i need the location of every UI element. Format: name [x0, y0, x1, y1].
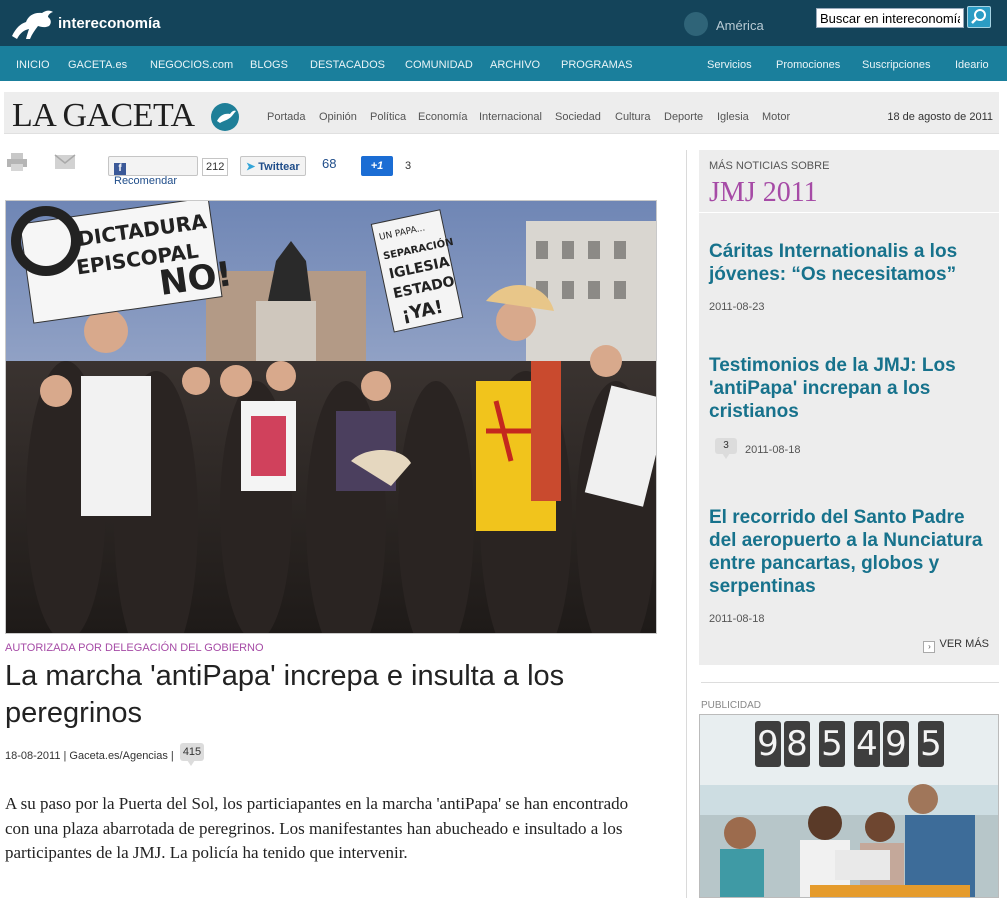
nav-item-programas[interactable]: PROGRAMAS	[561, 59, 633, 71]
related-divider	[699, 212, 999, 213]
nav-item-ideario[interactable]: Ideario	[955, 59, 989, 71]
section-internacional[interactable]: Internacional	[479, 111, 542, 123]
counter-digit: 9	[883, 721, 909, 767]
section-economia[interactable]: Economía	[418, 111, 468, 123]
section-portada[interactable]: Portada	[267, 111, 306, 123]
brand-name[interactable]: intereconomía	[58, 15, 161, 32]
nav-item-destacados[interactable]: DESTACADOS	[310, 59, 385, 71]
advertisement-banner[interactable]: 9 8 5 4 9 5	[699, 714, 999, 898]
related-item-title[interactable]: El recorrido del Santo Padre del aeropue…	[709, 506, 989, 598]
twitter-bird-icon: ➤	[246, 161, 256, 173]
tweet-button[interactable]: ➤ Twittear	[240, 156, 306, 176]
search-icon	[971, 9, 986, 24]
article-kicker[interactable]: AUTORIZADA POR DELEGACIÓN DEL GOBIERNO	[5, 642, 264, 654]
nav-item-archivo[interactable]: ARCHIVO	[490, 59, 540, 71]
protest-scene-image: DICTADURA EPISCOPAL NO! UN PAPA... SEPAR…	[6, 201, 656, 633]
section-cultura[interactable]: Cultura	[615, 111, 650, 123]
nav-item-gaceta[interactable]: GACETA.es	[68, 59, 127, 71]
related-item-comments[interactable]: 3	[715, 438, 737, 459]
print-icon[interactable]	[6, 152, 28, 172]
gaceta-logo[interactable]: LA GACETA	[12, 97, 195, 135]
globe-icon	[684, 12, 708, 36]
gplus-button[interactable]: +1	[361, 156, 393, 176]
counter-digit: 5	[918, 721, 944, 767]
section-deporte[interactable]: Deporte	[664, 111, 703, 123]
current-date: 18 de agosto de 2011	[887, 111, 993, 123]
nav-item-servicios[interactable]: Servicios	[707, 59, 752, 71]
related-topic-title[interactable]: JMJ 2011	[709, 177, 818, 209]
related-item-date: 2011-08-18	[745, 444, 801, 456]
see-more-link[interactable]: › VER MÁS	[923, 638, 989, 653]
section-bar: LA GACETA Portada Opinión Política Econo…	[4, 92, 999, 134]
search-button[interactable]	[967, 6, 991, 28]
gplus-count: 3	[405, 160, 412, 172]
facebook-recommend-label: Recomendar	[114, 175, 177, 187]
related-item-date: 2011-08-18	[709, 613, 765, 625]
column-divider	[686, 150, 687, 898]
section-iglesia[interactable]: Iglesia	[717, 111, 749, 123]
ad-divider	[701, 682, 999, 683]
main-nav: INICIO GACETA.es NEGOCIOS.com BLOGS DEST…	[0, 46, 1007, 81]
counter-digit: 4	[854, 721, 880, 767]
nav-item-negocios[interactable]: NEGOCIOS.com	[150, 59, 233, 71]
tweet-label: Twittear	[258, 161, 300, 173]
counter-digit: 9	[755, 721, 781, 767]
related-item-date: 2011-08-23	[709, 301, 765, 313]
nav-item-promociones[interactable]: Promociones	[776, 59, 840, 71]
nav-item-comunidad[interactable]: COMUNIDAD	[405, 59, 473, 71]
region-link[interactable]: América	[716, 18, 764, 33]
see-more-label: VER MÁS	[939, 638, 989, 650]
bull-logo-icon[interactable]	[8, 6, 56, 42]
mail-icon[interactable]	[54, 152, 76, 172]
nav-item-suscripciones[interactable]: Suscripciones	[862, 59, 930, 71]
related-label: MÁS NOTICIAS SOBRE	[709, 160, 830, 172]
facebook-count: 212	[202, 158, 229, 176]
ad-image	[700, 715, 998, 897]
top-bar: intereconomía América	[0, 0, 1007, 46]
share-bar: f Recomendar 212 ➤ Twittear 68 +1 3	[4, 150, 664, 187]
article-byline: 18-08-2011 | Gaceta.es/Agencias |	[5, 750, 174, 762]
article-headline: La marcha 'antiPapa' increpa e insulta a…	[5, 660, 565, 729]
search-input[interactable]	[816, 8, 964, 28]
article-photo[interactable]: DICTADURA EPISCOPAL NO! UN PAPA... SEPAR…	[5, 200, 657, 634]
ad-label: PUBLICIDAD	[701, 700, 762, 711]
counter-digit: 5	[819, 721, 845, 767]
related-item-title[interactable]: Testimonios de la JMJ: Los 'antiPapa' in…	[709, 354, 989, 423]
section-motor[interactable]: Motor	[762, 111, 790, 123]
comment-count-badge[interactable]: 415	[180, 743, 204, 766]
counter-digit: 8	[784, 721, 810, 767]
facebook-recommend-button[interactable]: f Recomendar	[108, 156, 198, 187]
section-politica[interactable]: Política	[370, 111, 406, 123]
nav-item-blogs[interactable]: BLOGS	[250, 59, 288, 71]
section-sociedad[interactable]: Sociedad	[555, 111, 601, 123]
facebook-icon: f	[114, 163, 126, 175]
article-lead: A su paso por la Puerta del Sol, los par…	[5, 794, 629, 862]
tweet-count: 68	[322, 156, 337, 171]
section-opinion[interactable]: Opinión	[319, 111, 357, 123]
byline-text: 18-08-2011 | Gaceta.es/Agencias |	[5, 750, 174, 762]
related-item-title[interactable]: Cáritas Internationalis a los jóvenes: “…	[709, 240, 989, 286]
related-news-panel: MÁS NOTICIAS SOBRE JMJ 2011 Cáritas Inte…	[699, 150, 999, 665]
nav-item-inicio[interactable]: INICIO	[16, 59, 50, 71]
arrow-right-icon: ›	[923, 641, 936, 653]
gaceta-badge-icon[interactable]	[211, 103, 239, 131]
